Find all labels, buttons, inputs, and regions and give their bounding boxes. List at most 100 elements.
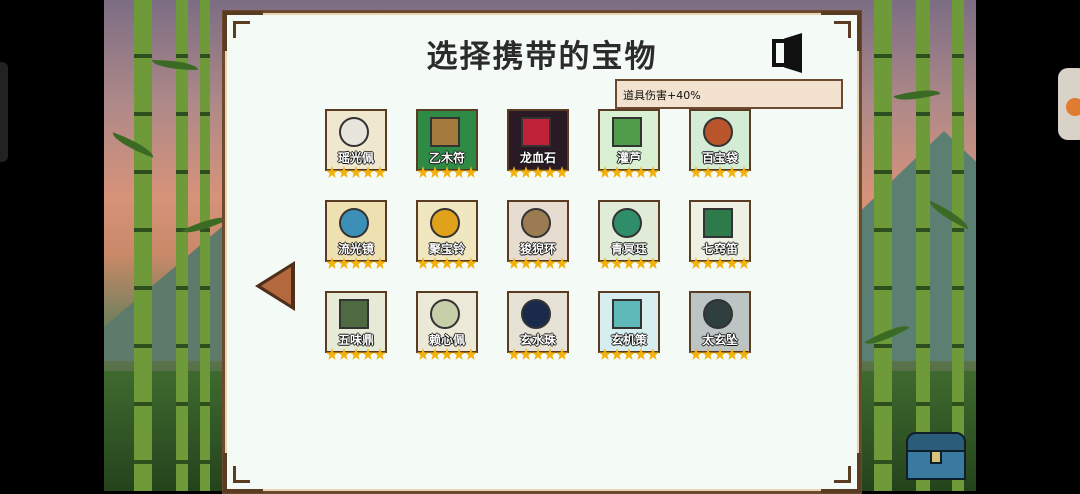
star-icon bbox=[453, 166, 465, 178]
star-icon bbox=[611, 166, 623, 178]
star-icon bbox=[362, 166, 374, 178]
treasure-item[interactable]: 百宝袋 bbox=[689, 109, 751, 181]
treasure-name: 流光镜 bbox=[337, 242, 374, 256]
star-icon bbox=[520, 257, 532, 269]
treasure-name: 龙血石 bbox=[519, 151, 556, 165]
star-icon bbox=[556, 348, 568, 360]
star-icon bbox=[532, 257, 544, 269]
treasure-icon bbox=[703, 208, 733, 238]
treasure-item[interactable]: 赖心佩 bbox=[416, 291, 478, 363]
treasure-name: 瑶光佩 bbox=[337, 151, 374, 165]
star-icon bbox=[599, 348, 611, 360]
star-icon bbox=[726, 166, 738, 178]
floating-app-bubble[interactable] bbox=[1058, 68, 1080, 140]
star-icon bbox=[714, 348, 726, 360]
star-icon bbox=[690, 257, 702, 269]
star-rating bbox=[689, 257, 751, 270]
star-rating bbox=[598, 348, 660, 361]
star-icon bbox=[738, 348, 750, 360]
star-icon bbox=[738, 166, 750, 178]
bamboo-leaf bbox=[152, 60, 198, 70]
treasure-icon bbox=[521, 299, 551, 329]
star-icon bbox=[508, 257, 520, 269]
star-icon bbox=[647, 257, 659, 269]
treasure-item[interactable]: 五味鼎 bbox=[325, 291, 387, 363]
treasure-item[interactable]: 灌芦 bbox=[598, 109, 660, 181]
treasure-icon bbox=[703, 299, 733, 329]
treasure-item[interactable]: 聚宝铃 bbox=[416, 200, 478, 272]
treasure-icon bbox=[430, 117, 460, 147]
item-effect-tooltip: 道具伤害+40% bbox=[615, 79, 843, 109]
star-icon bbox=[350, 348, 362, 360]
dialog-title: 选择携带的宝物 bbox=[426, 39, 658, 75]
treasure-icon bbox=[521, 208, 551, 238]
star-rating bbox=[325, 348, 387, 361]
treasure-item[interactable]: 流光镜 bbox=[325, 200, 387, 272]
treasure-name: 玄机策 bbox=[610, 333, 647, 347]
bamboo-stalk bbox=[952, 0, 964, 491]
star-icon bbox=[465, 348, 477, 360]
star-icon bbox=[429, 166, 441, 178]
treasure-item[interactable]: 七窍笛 bbox=[689, 200, 751, 272]
treasure-name: 赖心佩 bbox=[428, 333, 465, 347]
star-icon bbox=[623, 166, 635, 178]
treasure-icon bbox=[521, 117, 551, 147]
star-icon bbox=[635, 348, 647, 360]
treasure-icon bbox=[612, 117, 642, 147]
star-icon bbox=[453, 257, 465, 269]
star-icon bbox=[556, 257, 568, 269]
star-icon bbox=[599, 257, 611, 269]
star-rating bbox=[507, 257, 569, 270]
star-rating bbox=[325, 257, 387, 270]
star-icon bbox=[556, 166, 568, 178]
star-rating bbox=[689, 348, 751, 361]
treasure-item[interactable]: 玄机策 bbox=[598, 291, 660, 363]
star-icon bbox=[374, 257, 386, 269]
treasure-name: 灌芦 bbox=[616, 151, 641, 165]
star-icon bbox=[417, 348, 429, 360]
star-icon bbox=[702, 257, 714, 269]
treasure-name: 五味鼎 bbox=[337, 333, 374, 347]
treasure-item[interactable]: 玄水珠 bbox=[507, 291, 569, 363]
treasure-item[interactable]: 太玄坠 bbox=[689, 291, 751, 363]
corner-ornament bbox=[821, 453, 861, 493]
star-rating bbox=[507, 348, 569, 361]
star-icon bbox=[647, 166, 659, 178]
star-icon bbox=[338, 166, 350, 178]
star-rating bbox=[325, 166, 387, 179]
corner-ornament bbox=[223, 453, 263, 493]
treasure-select-dialog: 选择携带的宝物 道具伤害+40% 瑶光佩 乙木符 龙血石 灌芦 百宝袋流光镜 聚宝铃 狻猊环… bbox=[222, 10, 862, 494]
treasure-icon bbox=[612, 299, 642, 329]
star-icon bbox=[726, 257, 738, 269]
star-rating bbox=[598, 257, 660, 270]
treasure-item[interactable]: 乙木符 bbox=[416, 109, 478, 181]
star-icon bbox=[623, 257, 635, 269]
treasure-name: 聚宝铃 bbox=[428, 242, 465, 256]
treasure-icon bbox=[430, 208, 460, 238]
star-icon bbox=[350, 166, 362, 178]
star-rating bbox=[416, 257, 478, 270]
star-icon bbox=[429, 257, 441, 269]
star-icon bbox=[338, 257, 350, 269]
star-icon bbox=[465, 257, 477, 269]
treasure-item[interactable]: 狻猊环 bbox=[507, 200, 569, 272]
star-icon bbox=[326, 348, 338, 360]
treasure-icon bbox=[612, 208, 642, 238]
prev-page-button[interactable] bbox=[255, 261, 297, 311]
bamboo-stalk bbox=[874, 0, 892, 491]
treasure-item[interactable]: 瑶光佩 bbox=[325, 109, 387, 181]
star-icon bbox=[544, 257, 556, 269]
treasure-icon bbox=[339, 117, 369, 147]
treasure-name: 狻猊环 bbox=[519, 242, 556, 256]
treasure-item[interactable]: 青冥珏 bbox=[598, 200, 660, 272]
star-icon bbox=[350, 257, 362, 269]
star-rating bbox=[598, 166, 660, 179]
star-icon bbox=[532, 166, 544, 178]
star-icon bbox=[611, 348, 623, 360]
star-icon bbox=[338, 348, 350, 360]
treasure-item[interactable]: 龙血石 bbox=[507, 109, 569, 181]
treasure-chest-button[interactable] bbox=[906, 432, 968, 482]
exit-button[interactable] bbox=[770, 33, 806, 73]
star-icon bbox=[714, 166, 726, 178]
star-icon bbox=[544, 166, 556, 178]
